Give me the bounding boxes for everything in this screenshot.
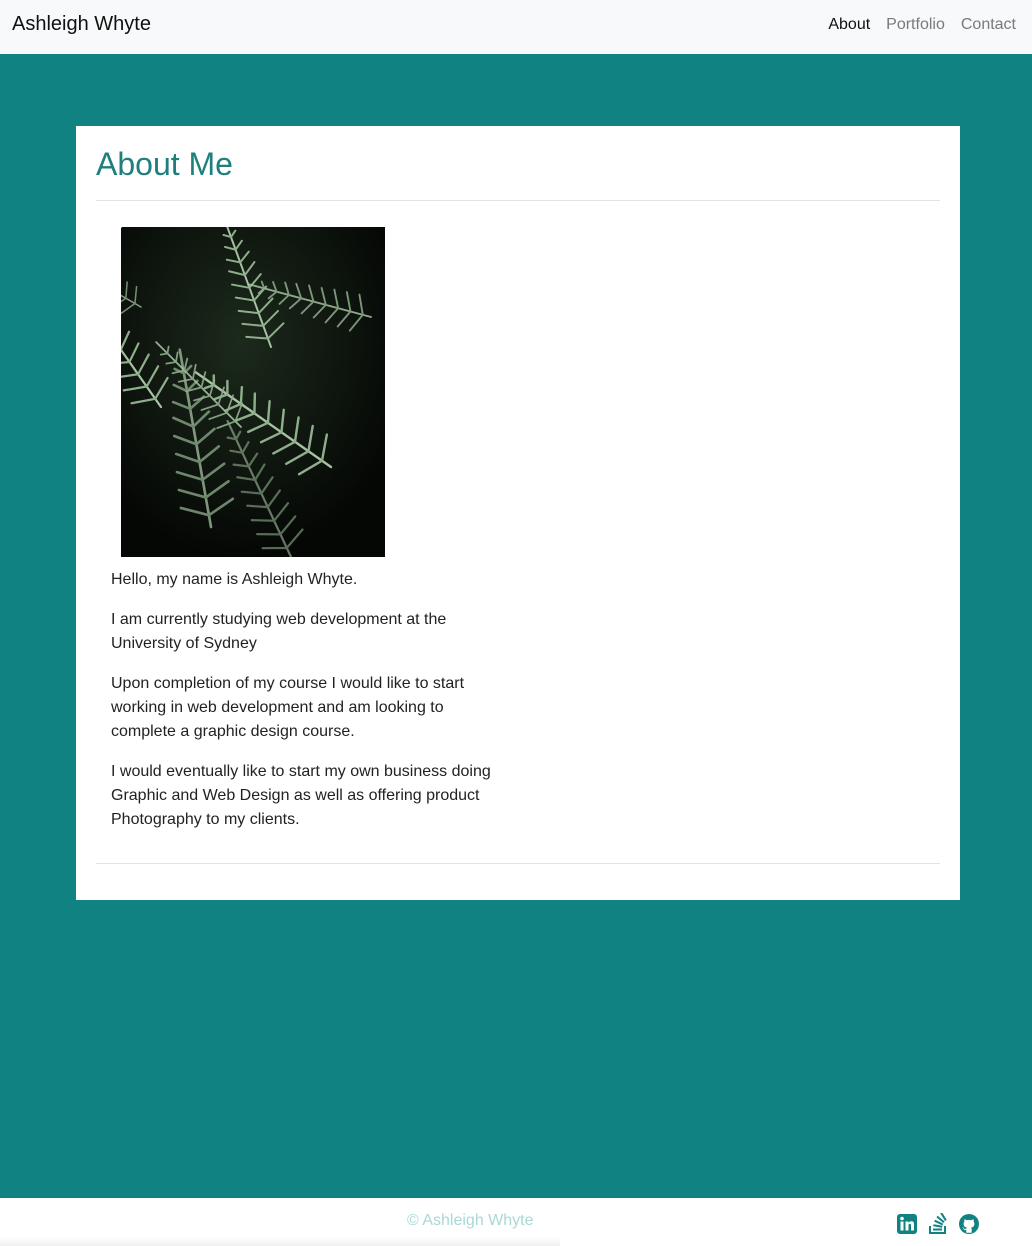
social-links [896,1212,980,1235]
paragraph-goals: Upon completion of my course I would lik… [111,675,465,740]
footer-shade [0,1236,560,1246]
nav-links: About Portfolio Contact [828,16,1016,34]
paragraph-business: I would eventually like to start my own … [111,763,491,828]
github-icon[interactable] [958,1213,980,1235]
fern-photo [121,227,385,557]
divider-bottom [96,863,940,864]
paragraph-intro: Hello, my name is Ashleigh Whyte. [111,571,358,588]
divider-top [96,200,940,201]
navbar: Ashleigh Whyte About Portfolio Contact [0,0,1032,54]
nav-link-contact[interactable]: Contact [961,16,1016,34]
paragraph-studies: I am currently studying web development … [111,611,447,652]
linkedin-icon[interactable] [896,1213,918,1235]
footer: © Ashleigh Whyte [0,1198,1032,1246]
about-card: About Me Hello, my name is Ashleigh Whyt… [76,126,960,900]
nav-link-portfolio[interactable]: Portfolio [886,16,945,34]
brand-link[interactable]: Ashleigh Whyte [12,13,151,36]
nav-link-about[interactable]: About [828,16,870,34]
page-title: About Me [96,146,233,182]
stackoverflow-icon[interactable] [927,1212,949,1235]
copyright-text: © Ashleigh Whyte [407,1212,534,1229]
about-text: Hello, my name is Ashleigh Whyte. I am c… [111,568,511,848]
